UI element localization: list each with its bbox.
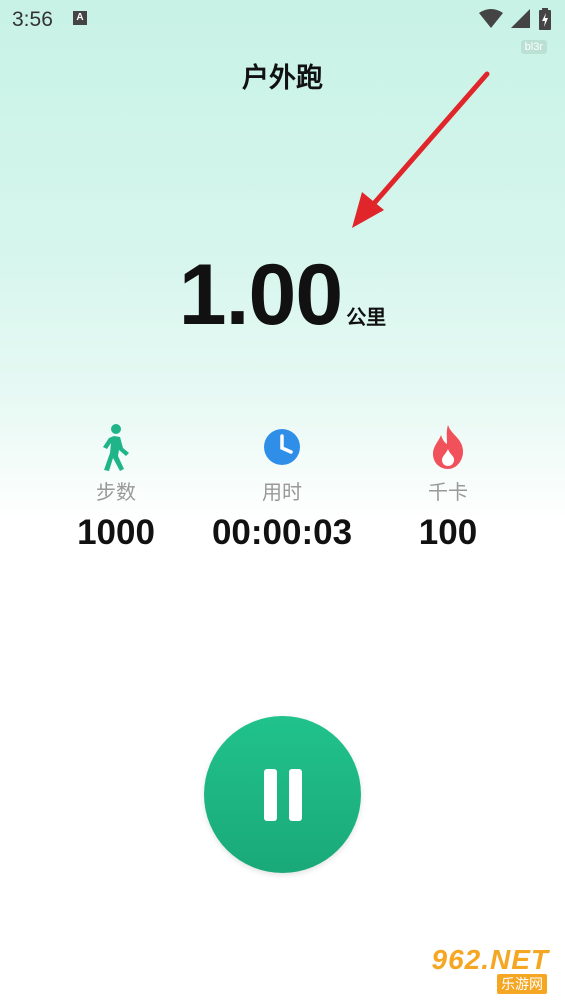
status-time: 3:56 [12, 8, 53, 31]
stat-value: 100 [418, 513, 478, 552]
status-bar: 3:56 A [0, 0, 565, 38]
stats-row: 步数 1000 用时 00:00:03 千卡 100 [0, 422, 565, 562]
clock-icon [264, 429, 300, 465]
site-logo: 962.NET 乐游网 [427, 944, 559, 998]
distance-unit: 公里 [346, 305, 387, 329]
signal-icon [511, 9, 530, 28]
distance-display: 1.00 公里 [0, 246, 565, 345]
stat-label: 千卡 [428, 480, 468, 504]
pause-icon [263, 768, 277, 821]
logo-sub-text: 乐游网 [497, 974, 547, 994]
flame-icon [433, 425, 464, 469]
pause-icon [288, 768, 302, 821]
walking-person-icon [103, 424, 129, 471]
battery-icon [539, 8, 551, 30]
notification-badge-icon: A [73, 11, 87, 25]
stat-calories: 千卡 100 [348, 422, 548, 553]
system-icons [479, 8, 551, 30]
pause-button[interactable] [204, 716, 361, 873]
watermark-tag: bl3r [520, 40, 547, 54]
distance-value: 1.00 [178, 247, 343, 343]
annotation-arrow [352, 71, 490, 228]
logo-main-text: 962.NET [431, 944, 549, 975]
wifi-icon [479, 9, 503, 28]
